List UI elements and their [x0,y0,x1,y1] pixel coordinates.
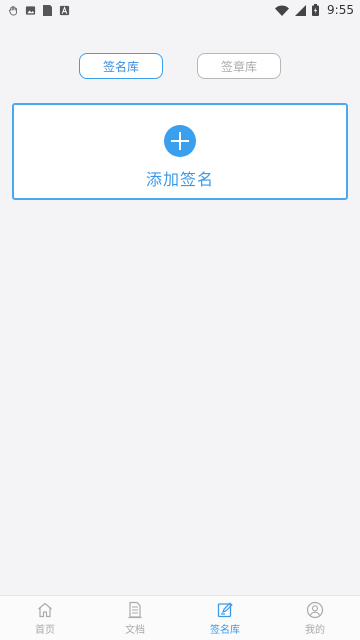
nav-item-home[interactable]: 首页 [0,596,90,640]
document-icon [126,601,144,619]
add-signature-label: 添加签名 [145,170,214,189]
a-icon [59,5,70,16]
nav-item-signature-library[interactable]: 签名库 [180,596,270,640]
add-signature-button[interactable]: 添加签名 [12,103,348,200]
nav-label-signature-library: 签名库 [210,624,240,636]
edit-signature-icon [216,601,234,619]
wifi-icon [275,5,290,16]
nav-item-documents[interactable]: 文档 [90,596,180,640]
status-right-icons: 9:55 [275,3,354,17]
bottom-nav: 首页 文档 签名库 我的 [0,595,360,640]
battery-icon [312,4,320,16]
status-time: 9:55 [327,3,354,17]
nav-label-home: 首页 [35,624,55,636]
hand-icon [8,5,19,16]
nav-label-profile: 我的 [305,624,325,636]
image-icon [25,5,36,16]
nav-label-documents: 文档 [125,624,145,636]
user-icon [306,601,324,619]
sd-card-icon [42,4,53,17]
status-bar: 9:55 [0,0,360,20]
tab-signature-library[interactable]: 签名库 [79,53,163,79]
status-left-icons [8,4,70,17]
signal-icon [295,4,307,16]
tab-seal-library[interactable]: 签章库 [197,53,281,79]
nav-item-profile[interactable]: 我的 [270,596,360,640]
plus-circle-icon [164,125,196,157]
home-icon [36,601,54,619]
library-tabs: 签名库 签章库 [0,53,360,79]
